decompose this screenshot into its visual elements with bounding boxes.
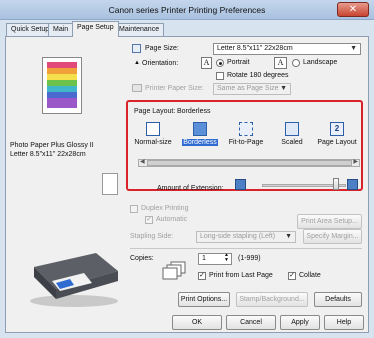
printer-illustration-icon xyxy=(30,253,118,307)
copies-stack-icon xyxy=(162,261,186,280)
layout-fit-to-page-label: Fit-to-Page xyxy=(228,139,264,146)
layout-scaled[interactable]: Scaled xyxy=(270,122,314,146)
landscape-radio[interactable] xyxy=(292,59,300,67)
divider xyxy=(130,248,362,249)
layout-page-layout[interactable]: 2 Page Layout xyxy=(315,122,359,146)
layout-normal-size[interactable]: Normal-size xyxy=(131,122,175,146)
layout-scaled-label: Scaled xyxy=(281,139,303,146)
portrait-label: Portrait xyxy=(227,59,250,66)
landscape-icon: A xyxy=(274,57,287,69)
specify-margin-button[interactable]: Specify Margin... xyxy=(303,229,362,244)
page-layout-icon: 2 xyxy=(330,122,344,136)
page-size-value: Letter 8.5"x11" 22x28cm xyxy=(217,45,293,52)
extension-slider-thumb[interactable] xyxy=(333,178,339,190)
media-type-text: Photo Paper Plus Glossy II xyxy=(10,142,94,149)
portrait-radio[interactable] xyxy=(216,59,224,67)
automatic-checkbox[interactable]: ✓ xyxy=(145,216,153,224)
print-area-setup-button[interactable]: Print Area Setup... xyxy=(297,214,362,229)
print-options-button[interactable]: Print Options... xyxy=(178,292,230,307)
scroll-right-icon[interactable]: ▶ xyxy=(353,158,358,165)
copies-value: 1 xyxy=(202,255,206,262)
page-size-icon xyxy=(132,44,141,53)
layout-borderless-label: Borderless xyxy=(182,139,218,146)
duplex-checkbox[interactable] xyxy=(130,205,138,213)
extension-label: Amount of Extension: xyxy=(157,185,224,192)
rotate-180-label: Rotate 180 degrees xyxy=(227,72,289,79)
window-title: Canon series Printer Printing Preference… xyxy=(108,5,266,15)
page-preview xyxy=(42,57,82,114)
page-size-select[interactable]: Letter 8.5"x11" 22x28cm ▼ xyxy=(213,43,361,55)
automatic-label: Automatic xyxy=(156,216,188,223)
landscape-label: Landscape xyxy=(303,59,338,66)
normal-size-icon xyxy=(146,122,160,136)
layout-normal-size-label: Normal-size xyxy=(134,139,172,146)
ok-button[interactable]: OK xyxy=(172,315,222,330)
printer-paper-size-select[interactable]: Same as Page Size ▼ xyxy=(213,83,291,95)
tab-main[interactable]: Main xyxy=(48,23,74,36)
stapling-select[interactable]: Long-side stapling (Left) ▼ xyxy=(196,231,296,243)
title-bar: Canon series Printer Printing Preference… xyxy=(0,0,374,20)
extension-max-icon xyxy=(347,179,358,190)
copies-range: (1-999) xyxy=(238,255,261,262)
tab-page-setup[interactable]: Page Setup xyxy=(72,21,119,37)
chevron-down-icon: ▼ xyxy=(285,233,292,240)
scaled-icon xyxy=(285,122,299,136)
printer-paper-size-label: Printer Paper Size: xyxy=(145,85,204,92)
layout-borderless[interactable]: Borderless xyxy=(178,122,222,146)
extension-min-icon xyxy=(235,179,246,190)
print-from-last-checkbox[interactable]: ✓ xyxy=(198,272,206,280)
layout-scrollbar[interactable]: ◀ ▶ xyxy=(138,159,360,167)
help-button[interactable]: Help xyxy=(324,315,364,330)
page-layout-current: Borderless xyxy=(177,108,211,115)
copies-spinbox[interactable]: 1 ▲ ▼ xyxy=(198,253,232,265)
fit-to-page-icon xyxy=(239,122,253,136)
collate-label: Collate xyxy=(299,272,321,279)
stapling-value: Long-side stapling (Left) xyxy=(200,233,276,240)
scroll-left-icon[interactable]: ◀ xyxy=(140,158,145,165)
defaults-button[interactable]: Defaults xyxy=(314,292,362,307)
tab-quick-setup[interactable]: Quick Setup xyxy=(6,23,55,36)
layout-fit-to-page[interactable]: Fit-to-Page xyxy=(224,122,268,146)
page-layout-label: Page Layout: xyxy=(134,108,176,115)
stapling-label: Stapling Side: xyxy=(130,233,174,240)
apply-button[interactable]: Apply xyxy=(280,315,320,330)
chevron-down-icon: ▼ xyxy=(280,85,287,92)
portrait-icon: A xyxy=(201,57,212,69)
rotate-180-checkbox[interactable] xyxy=(216,72,224,80)
cancel-button[interactable]: Cancel xyxy=(226,315,276,330)
tab-maintenance[interactable]: Maintenance xyxy=(114,23,165,36)
print-from-last-label: Print from Last Page xyxy=(209,272,273,279)
printer-paper-icon xyxy=(132,84,142,92)
scrollbar-thumb[interactable] xyxy=(147,160,352,166)
page-size-label: Page Size: xyxy=(145,45,179,52)
chevron-down-icon: ▼ xyxy=(350,45,357,52)
spin-arrows-icon[interactable]: ▲ ▼ xyxy=(224,253,229,263)
paper-thumbnail-icon xyxy=(102,173,118,195)
stamp-background-button[interactable]: Stamp/Background... xyxy=(236,292,308,307)
printer-paper-size-value: Same as Page Size xyxy=(217,85,279,92)
collate-checkbox[interactable]: ✓ xyxy=(288,272,296,280)
preview-image xyxy=(47,62,77,108)
orientation-bullet-icon: ▲ xyxy=(134,60,140,66)
media-size-text: Letter 8.5"x11" 22x28cm xyxy=(10,151,86,158)
borderless-icon xyxy=(193,122,207,136)
copies-label: Copies: xyxy=(130,255,154,262)
close-button[interactable]: ✕ xyxy=(337,2,369,17)
orientation-label: Orientation: xyxy=(142,60,179,67)
duplex-label: Duplex Printing xyxy=(141,205,189,212)
layout-page-layout-label: Page Layout xyxy=(317,139,357,146)
page-setup-panel: Photo Paper Plus Glossy II Letter 8.5"x1… xyxy=(5,36,369,333)
